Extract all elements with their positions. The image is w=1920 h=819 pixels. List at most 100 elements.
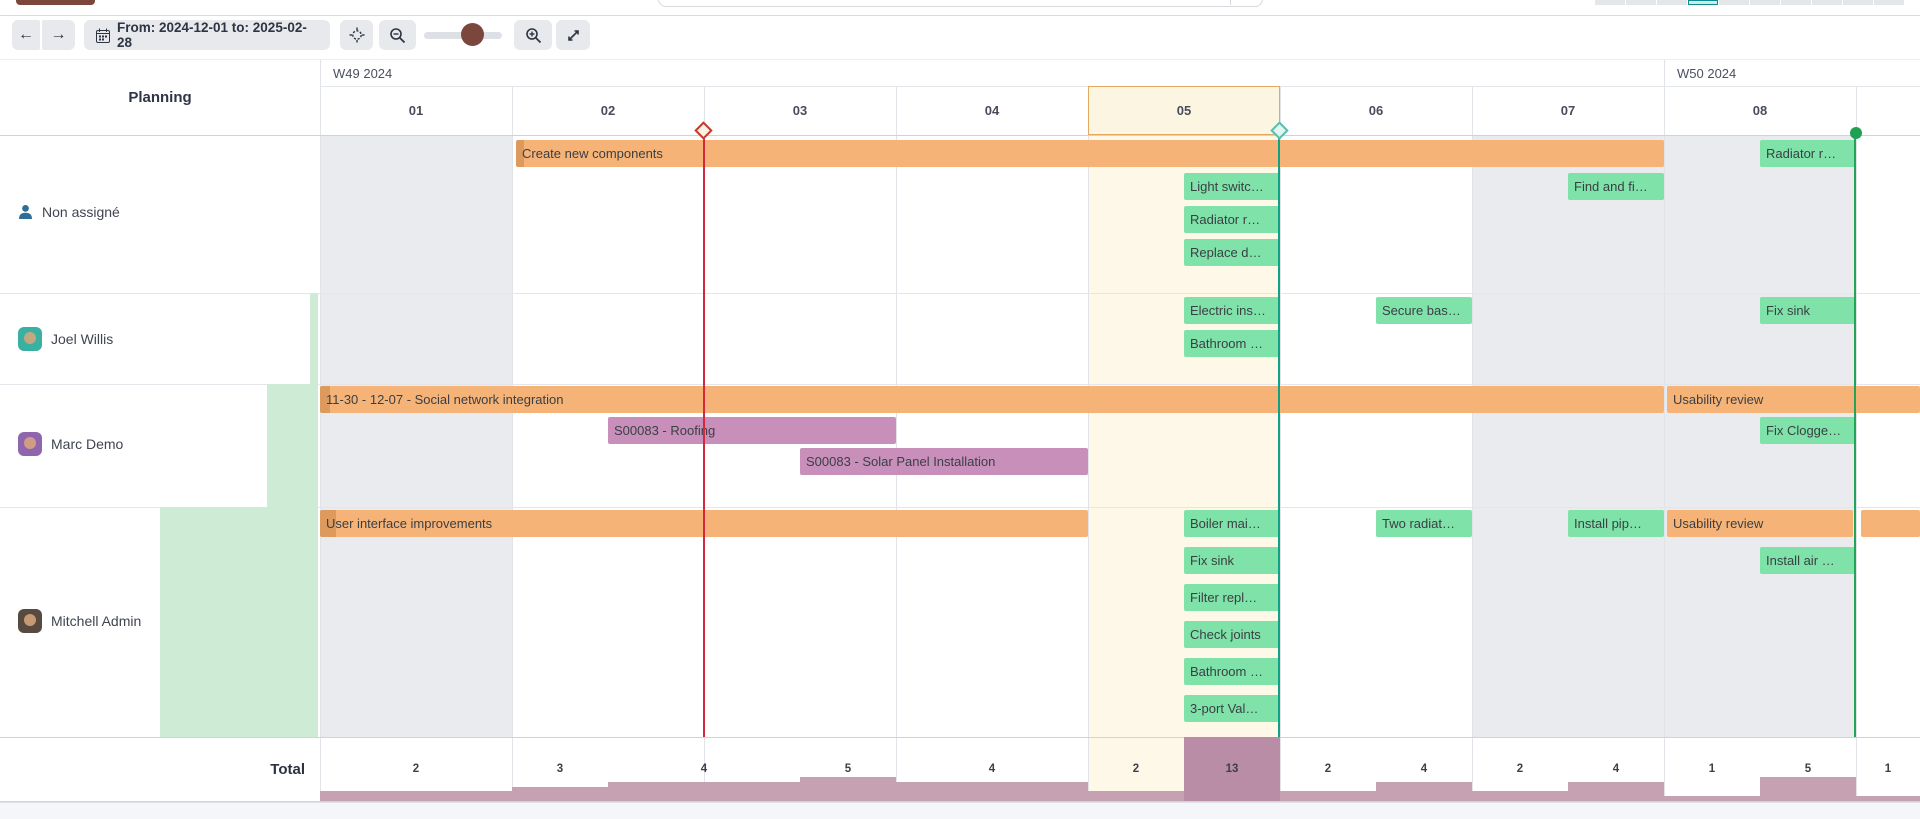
gantt-bar[interactable]: Two radiat… [1376, 510, 1472, 537]
grid-vline [512, 86, 513, 801]
view-switcher-button[interactable] [1750, 0, 1780, 5]
gantt-bar[interactable]: Bathroom … [1184, 658, 1280, 685]
gantt-bar[interactable]: Radiator r… [1184, 206, 1280, 233]
gantt-bar[interactable] [1861, 510, 1920, 537]
bar-label: S00083 - Roofing [614, 423, 715, 438]
grid-vline [1472, 86, 1473, 801]
total-row-label: Total [0, 737, 305, 801]
gantt-bar[interactable]: Bathroom … [1184, 330, 1280, 357]
view-switcher-button[interactable] [1626, 0, 1656, 5]
bar-label: Check joints [1190, 627, 1261, 642]
gantt-bar[interactable]: Fix Clogge… [1760, 417, 1856, 444]
deadline-line [703, 135, 705, 737]
bar-label: Fix Clogge… [1766, 423, 1841, 438]
view-switcher-button[interactable] [1719, 0, 1749, 5]
bar-label: Radiator r… [1766, 146, 1836, 161]
total-cell: 4 [1376, 737, 1472, 801]
gantt-bar[interactable]: Install air … [1760, 547, 1856, 574]
bar-label: Secure bas… [1382, 303, 1461, 318]
gantt-bar[interactable]: Replace d… [1184, 239, 1280, 266]
view-switcher-button[interactable] [1874, 0, 1904, 5]
bar-label: Bathroom … [1190, 336, 1263, 351]
day-header-cell: 07 [1472, 86, 1664, 135]
bar-label: 11-30 - 12-07 - Social network integrati… [326, 392, 564, 407]
avatar [18, 327, 42, 351]
capacity-strip [160, 507, 318, 737]
view-switcher-button[interactable] [1657, 0, 1687, 5]
row-label-mitchell-admin[interactable]: Mitchell Admin [18, 608, 141, 634]
milestone-line-green [1854, 135, 1856, 737]
bar-label: Filter repl… [1190, 590, 1257, 605]
day-header-cell: 06 [1280, 86, 1472, 135]
capacity-strip [267, 384, 318, 507]
gantt-bar[interactable]: Create new components [516, 140, 1664, 167]
bar-label: 3-port Val… [1190, 701, 1258, 716]
gantt-bar[interactable]: Usability review [1667, 510, 1853, 537]
bar-label: Radiator r… [1190, 212, 1260, 227]
grid-vline [1088, 86, 1089, 801]
bar-label: Usability review [1673, 516, 1763, 531]
avatar [18, 609, 42, 633]
weekend-column-bg [1472, 135, 1664, 737]
gantt-bar[interactable]: S00083 - Solar Panel Installation [800, 448, 1088, 475]
avatar [18, 432, 42, 456]
gantt-bar[interactable]: Filter repl… [1184, 584, 1280, 611]
gantt-bar[interactable]: Light switc… [1184, 173, 1280, 200]
total-cell: 4 [896, 737, 1088, 801]
total-cell: 1 [1856, 737, 1920, 801]
bar-label: Install air … [1766, 553, 1835, 568]
gantt-bar[interactable]: Install pip… [1568, 510, 1664, 537]
row-name: Marc Demo [51, 436, 123, 452]
bar-label: S00083 - Solar Panel Installation [806, 454, 995, 469]
bar-label: Electric ins… [1190, 303, 1266, 318]
bar-label: Fix sink [1766, 303, 1810, 318]
day-header-cell: 05 [1088, 86, 1280, 135]
grid-hline [0, 135, 1920, 136]
weekend-column-bg [320, 135, 512, 737]
gantt-bar[interactable]: Secure bas… [1376, 297, 1472, 324]
view-switcher-button[interactable] [1812, 0, 1842, 5]
total-cell: 2 [1088, 737, 1184, 801]
day-header-cell: 01 [320, 86, 512, 135]
bar-label: Bathroom … [1190, 664, 1263, 679]
bar-label: Create new components [522, 146, 663, 161]
gantt-bar[interactable]: 3-port Val… [1184, 695, 1280, 722]
day-header-cell: 02 [512, 86, 704, 135]
capacity-strip [310, 293, 318, 384]
bar-label: Two radiat… [1382, 516, 1455, 531]
gantt-bar[interactable]: S00083 - Roofing [608, 417, 896, 444]
gantt-bar[interactable]: Boiler mai… [1184, 510, 1280, 537]
view-switcher-button-active[interactable] [1688, 0, 1718, 5]
row-label-unassigned[interactable]: Non assigné [18, 199, 120, 225]
total-cell: 4 [1568, 737, 1664, 801]
grid-vline [896, 86, 897, 801]
grid-vline [1856, 86, 1857, 801]
row-label-joel-willis[interactable]: Joel Willis [18, 326, 113, 352]
gantt-bar[interactable]: Find and fi… [1568, 173, 1664, 200]
view-switcher-button[interactable] [1781, 0, 1811, 5]
view-switcher-button[interactable] [1595, 0, 1625, 5]
row-name: Joel Willis [51, 331, 113, 347]
grid-hline [0, 293, 1920, 294]
total-cell: 5 [800, 737, 896, 801]
gantt-bar[interactable]: Electric ins… [1184, 297, 1280, 324]
gantt-bar[interactable]: 11-30 - 12-07 - Social network integrati… [320, 386, 1664, 413]
row-label-marc-demo[interactable]: Marc Demo [18, 431, 123, 457]
gantt-bar[interactable]: Radiator r… [1760, 140, 1856, 167]
grid-vline [320, 86, 321, 801]
bar-label: Find and fi… [1574, 179, 1648, 194]
bar-label: Fix sink [1190, 553, 1234, 568]
gantt-bar[interactable]: Fix sink [1184, 547, 1280, 574]
total-cell: 2 [320, 737, 512, 801]
page-title: Planning [0, 60, 320, 135]
gantt-bar[interactable]: Fix sink [1760, 297, 1856, 324]
day-header-cell: 03 [704, 86, 896, 135]
gantt-bar[interactable]: Usability review [1667, 386, 1920, 413]
gantt-bar[interactable]: Check joints [1184, 621, 1280, 648]
grid-vline [1280, 86, 1281, 801]
total-cell: 2 [1472, 737, 1568, 801]
view-switcher-button[interactable] [1843, 0, 1873, 5]
row-name: Mitchell Admin [51, 613, 141, 629]
total-cell: 2 [1280, 737, 1376, 801]
grid-hline [0, 801, 1920, 802]
